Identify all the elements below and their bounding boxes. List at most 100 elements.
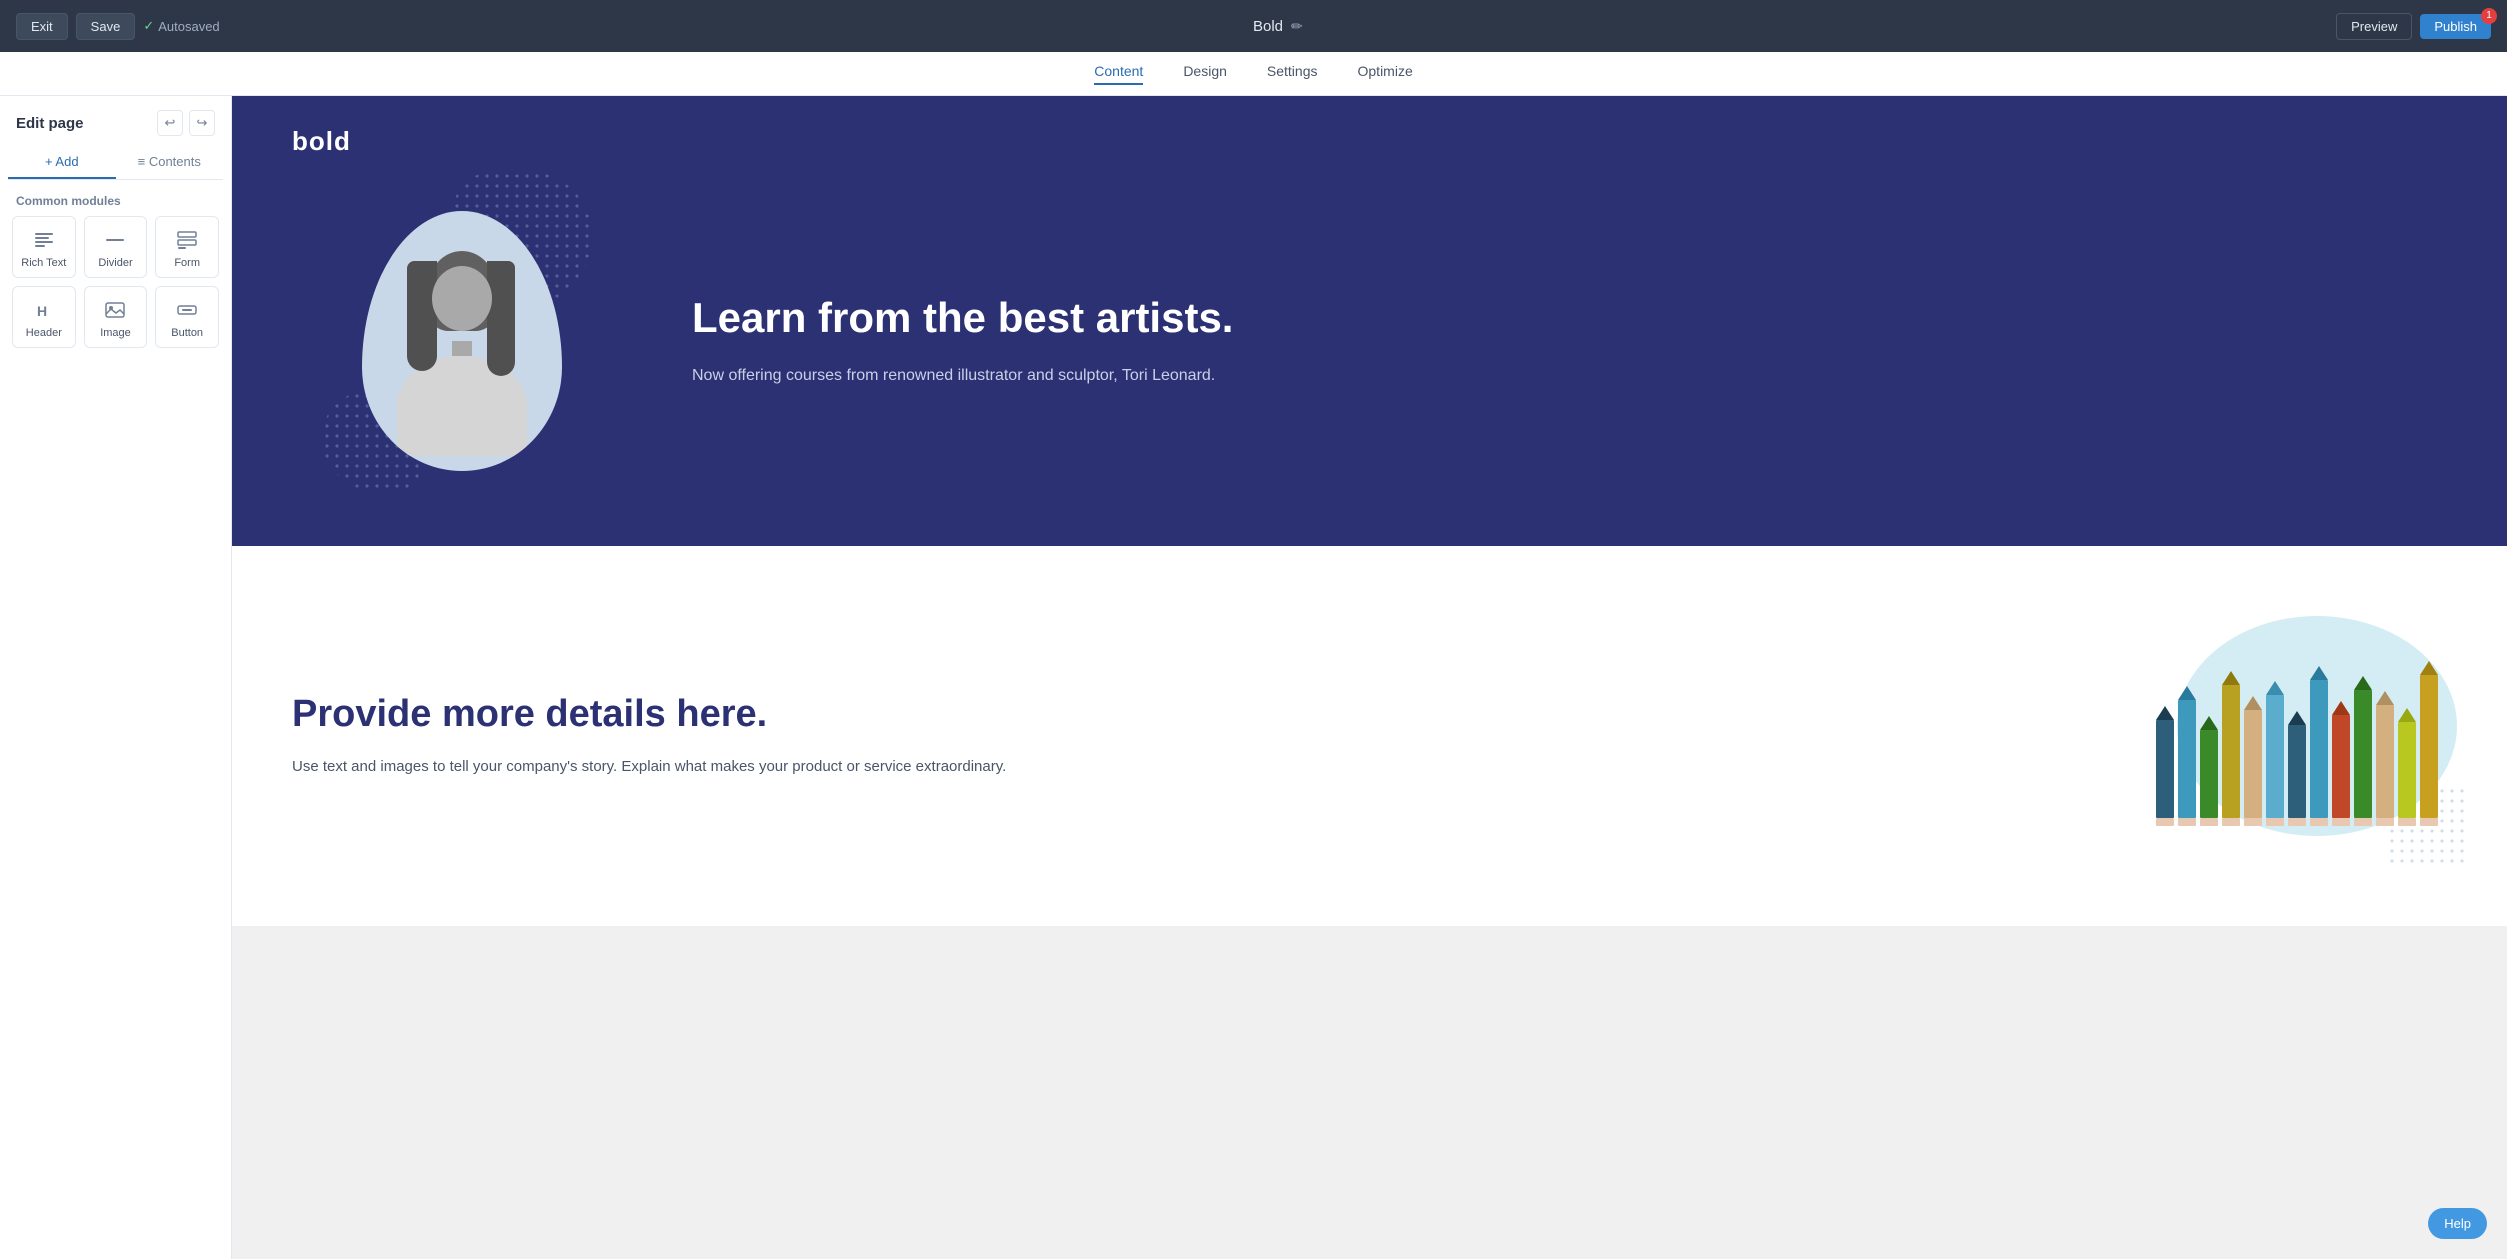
hero-content: Learn from the best artists. Now offerin… [292,181,2447,501]
pencil-body [2376,705,2394,818]
sub-nav: Content Design Settings Optimize [0,52,2507,96]
second-section: Provide more details here. Use text and … [232,546,2507,926]
tab-content[interactable]: Content [1094,63,1143,85]
pencil-eraser [2266,818,2284,826]
pencil-eraser [2354,818,2372,826]
pencil-body [2288,725,2306,818]
pencil-item [2332,701,2350,826]
edit-title-icon[interactable]: ✏ [1291,18,1303,35]
module-divider[interactable]: Divider [84,216,148,278]
sidebar-history-actions: ↩ ↪ [157,110,215,136]
second-heading: Provide more details here. [292,692,2067,738]
second-body: Use text and images to tell your company… [292,754,2067,780]
image-icon [104,299,126,321]
tab-settings[interactable]: Settings [1267,63,1318,85]
pencil-eraser [2288,818,2306,826]
pencil-tip [2310,666,2328,680]
publish-badge: 1 [2481,8,2497,24]
pencil-item [2288,711,2306,826]
pencil-item [2310,666,2328,826]
pencil-item [2244,696,2262,826]
pencil-tip [2354,676,2372,690]
second-image-area [2147,606,2447,866]
pencil-item [2376,691,2394,826]
save-button[interactable]: Save [76,13,136,40]
pencil-item [2178,686,2196,826]
rich-text-label: Rich Text [21,257,66,269]
pencil-body [2178,700,2196,818]
redo-button[interactable]: ↪ [189,110,215,136]
pencil-item [2266,681,2284,826]
sidebar-header: Edit page ↩ ↪ [0,96,231,146]
module-button[interactable]: Button [155,286,219,348]
main-layout: Edit page ↩ ↪ + Add ≡ Contents Common mo… [0,96,2507,1259]
help-button[interactable]: Help [2428,1208,2487,1239]
hero-section: bold [232,96,2507,546]
sidebar: Edit page ↩ ↪ + Add ≡ Contents Common mo… [0,96,232,1259]
page-title: Bold [1253,18,1283,35]
pencil-eraser [2200,818,2218,826]
page-title-area: Bold ✏ [1253,18,1303,35]
undo-button[interactable]: ↩ [157,110,183,136]
sidebar-title: Edit page [16,115,84,132]
hero-image-area [292,181,632,501]
common-modules-label: Common modules [0,180,231,216]
person-body [382,251,542,471]
pencil-tip [2222,671,2240,685]
exit-button[interactable]: Exit [16,13,68,40]
module-image[interactable]: Image [84,286,148,348]
hero-subtext: Now offering courses from renowned illus… [692,363,2447,389]
hero-logo: bold [292,126,351,157]
top-bar: Exit Save ✓ Autosaved Bold ✏ Preview Pub… [0,0,2507,52]
button-label: Button [171,327,203,339]
publish-button[interactable]: Publish 1 [2420,14,2491,39]
pencil-eraser [2156,818,2174,826]
second-text: Provide more details here. Use text and … [292,692,2067,779]
divider-icon [104,229,126,251]
pencil-body [2244,710,2262,818]
pencil-eraser [2244,818,2262,826]
pencil-item [2398,708,2416,826]
pencil-eraser [2222,818,2240,826]
sidebar-tab-contents[interactable]: ≡ Contents [116,146,224,179]
module-form[interactable]: Form [155,216,219,278]
pencil-tip [2376,691,2394,705]
pencil-eraser [2398,818,2416,826]
image-label: Image [100,327,131,339]
header-icon: H [33,299,55,321]
module-grid: Rich Text Divider [0,216,231,360]
header-label: Header [26,327,62,339]
form-label: Form [174,257,200,269]
pencil-tip [2398,708,2416,722]
autosaved-text: Autosaved [158,19,219,34]
preview-button[interactable]: Preview [2336,13,2412,40]
pencil-item [2200,716,2218,826]
rich-text-icon [33,229,55,251]
pencil-body [2200,730,2218,818]
content-area: bold [232,96,2507,1259]
pencil-tip [2420,661,2438,675]
top-bar-left: Exit Save ✓ Autosaved [16,13,220,40]
pencil-tip [2266,681,2284,695]
tab-design[interactable]: Design [1183,63,1227,85]
pencil-body [2354,690,2372,818]
pencil-tip [2332,701,2350,715]
top-bar-right: Preview Publish 1 [2336,13,2491,40]
pencil-tip [2200,716,2218,730]
autosaved-check-icon: ✓ [143,18,154,34]
pencil-body [2266,695,2284,818]
sidebar-tab-add[interactable]: + Add [8,146,116,179]
pencil-body [2398,722,2416,818]
module-rich-text[interactable]: Rich Text [12,216,76,278]
pencil-body [2310,680,2328,818]
tab-optimize[interactable]: Optimize [1358,63,1413,85]
sidebar-tab-bar: + Add ≡ Contents [8,146,223,180]
form-icon [176,229,198,251]
pencil-tip [2244,696,2262,710]
pencil-eraser [2332,818,2350,826]
pencil-item [2420,661,2438,826]
svg-text:H: H [37,303,47,319]
hero-heading: Learn from the best artists. [692,293,2447,343]
module-header[interactable]: H Header [12,286,76,348]
divider-label: Divider [98,257,132,269]
